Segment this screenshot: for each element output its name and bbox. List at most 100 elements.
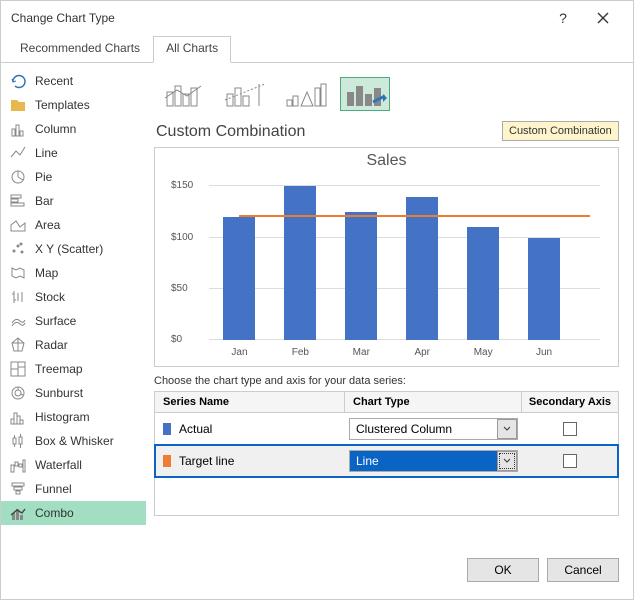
subtype-1[interactable] — [160, 77, 210, 111]
close-button[interactable] — [583, 4, 623, 32]
y-tick-label: $100 — [171, 232, 193, 243]
sidebar-item-label: Map — [35, 266, 58, 280]
help-button[interactable]: ? — [543, 4, 583, 32]
chart-category-sidebar: Recent Templates Column Line Pie Bar Area X Y (… — [1, 63, 146, 545]
sidebar-item-label: Treemap — [35, 362, 83, 376]
column-icon — [9, 120, 27, 138]
chevron-down-icon[interactable] — [497, 419, 517, 439]
sidebar-item-histogram[interactable]: Histogram — [1, 405, 146, 429]
series-row[interactable]: Actual Clustered Column — [155, 413, 618, 445]
chart-preview: Sales $0$50$100$150JanFebMarAprMayJun — [154, 147, 619, 367]
series-name-cell: Target line — [155, 454, 345, 468]
sidebar-item-templates[interactable]: Templates — [1, 93, 146, 117]
sidebar-item-combo[interactable]: Combo — [1, 501, 146, 525]
gridline: $150 — [209, 185, 600, 186]
subtype-row — [154, 73, 619, 123]
sidebar-item-label: Waterfall — [35, 458, 82, 472]
series-table: Series Name Chart Type Secondary Axis Ac… — [154, 391, 619, 516]
col-series-name: Series Name — [155, 392, 345, 413]
funnel-icon — [9, 480, 27, 498]
bar-icon — [9, 192, 27, 210]
sidebar-item-label: Surface — [35, 314, 76, 328]
sidebar-item-funnel[interactable]: Funnel — [1, 477, 146, 501]
sidebar-item-box[interactable]: Box & Whisker — [1, 429, 146, 453]
sidebar-item-treemap[interactable]: Treemap — [1, 357, 146, 381]
col-chart-type: Chart Type — [345, 392, 522, 413]
templates-icon — [9, 96, 27, 114]
series-name-cell: Actual — [155, 422, 345, 436]
subtype-custom[interactable] — [340, 77, 390, 111]
sidebar-item-label: X Y (Scatter) — [35, 242, 103, 256]
subtype-2[interactable] — [220, 77, 270, 111]
sidebar-item-line[interactable]: Line — [1, 141, 146, 165]
scatter-icon — [9, 240, 27, 258]
tab-recommended[interactable]: Recommended Charts — [7, 36, 153, 63]
chart-type-value: Clustered Column — [350, 422, 497, 436]
sidebar-item-label: Histogram — [35, 410, 90, 424]
area-icon — [9, 216, 27, 234]
sidebar-item-pie[interactable]: Pie — [1, 165, 146, 189]
ok-button[interactable]: OK — [467, 558, 539, 582]
secondary-axis-cell — [522, 454, 618, 468]
bar — [528, 238, 560, 341]
sidebar-item-radar[interactable]: Radar — [1, 333, 146, 357]
box-icon — [9, 432, 27, 450]
chart-type-select[interactable]: Line — [349, 450, 518, 472]
combo-icon — [9, 504, 27, 522]
secondary-axis-checkbox[interactable] — [563, 422, 577, 436]
sidebar-item-area[interactable]: Area — [1, 213, 146, 237]
cancel-button[interactable]: Cancel — [547, 558, 619, 582]
chart-type-select[interactable]: Clustered Column — [349, 418, 518, 440]
sidebar-item-label: Templates — [35, 98, 90, 112]
sidebar-item-label: Recent — [35, 74, 73, 88]
target-line — [239, 215, 590, 217]
x-tick-label: Feb — [284, 347, 316, 358]
sidebar-item-scatter[interactable]: X Y (Scatter) — [1, 237, 146, 261]
dialog-footer: OK Cancel — [1, 545, 633, 595]
sidebar-item-bar[interactable]: Bar — [1, 189, 146, 213]
sunburst-icon — [9, 384, 27, 402]
sidebar-item-column[interactable]: Column — [1, 117, 146, 141]
sidebar-item-stock[interactable]: Stock — [1, 285, 146, 309]
sidebar-item-label: Area — [35, 218, 60, 232]
sidebar-item-label: Radar — [35, 338, 68, 352]
subtype-3[interactable] — [280, 77, 330, 111]
series-header: Series Name Chart Type Secondary Axis — [155, 392, 618, 413]
sidebar-item-sunburst[interactable]: Sunburst — [1, 381, 146, 405]
titlebar: Change Chart Type ? — [1, 1, 633, 35]
sidebar-item-map[interactable]: Map — [1, 261, 146, 285]
chevron-down-icon[interactable] — [497, 451, 517, 471]
tab-strip: Recommended Charts All Charts — [1, 35, 633, 63]
sidebar-item-surface[interactable]: Surface — [1, 309, 146, 333]
series-name: Actual — [179, 422, 212, 436]
sidebar-item-label: Pie — [35, 170, 52, 184]
chart-type-cell: Line — [345, 450, 522, 472]
bar — [345, 212, 377, 340]
tab-all-charts[interactable]: All Charts — [153, 36, 231, 63]
secondary-axis-checkbox[interactable] — [563, 454, 577, 468]
chart-type-cell: Clustered Column — [345, 418, 522, 440]
bar — [406, 197, 438, 341]
x-tick-label: Jan — [223, 347, 255, 358]
sidebar-item-label: Box & Whisker — [35, 434, 114, 448]
col-secondary-axis: Secondary Axis — [522, 392, 618, 413]
sidebar-item-label: Line — [35, 146, 58, 160]
sidebar-item-label: Column — [35, 122, 76, 136]
sidebar-item-waterfall[interactable]: Waterfall — [1, 453, 146, 477]
sidebar-item-label: Sunburst — [35, 386, 83, 400]
sidebar-item-label: Combo — [35, 506, 74, 520]
radar-icon — [9, 336, 27, 354]
histogram-icon — [9, 408, 27, 426]
dialog-title: Change Chart Type — [11, 11, 543, 25]
sidebar-item-recent[interactable]: Recent — [1, 69, 146, 93]
waterfall-icon — [9, 456, 27, 474]
series-instruction: Choose the chart type and axis for your … — [154, 375, 619, 387]
y-tick-label: $50 — [171, 283, 188, 294]
chart-area: $0$50$100$150JanFebMarAprMayJun — [209, 176, 600, 340]
series-swatch — [163, 455, 171, 467]
subtype-tooltip: Custom Combination — [502, 121, 619, 141]
recent-icon — [9, 72, 27, 90]
stock-icon — [9, 288, 27, 306]
series-row[interactable]: Target line Line — [155, 445, 618, 477]
map-icon — [9, 264, 27, 282]
